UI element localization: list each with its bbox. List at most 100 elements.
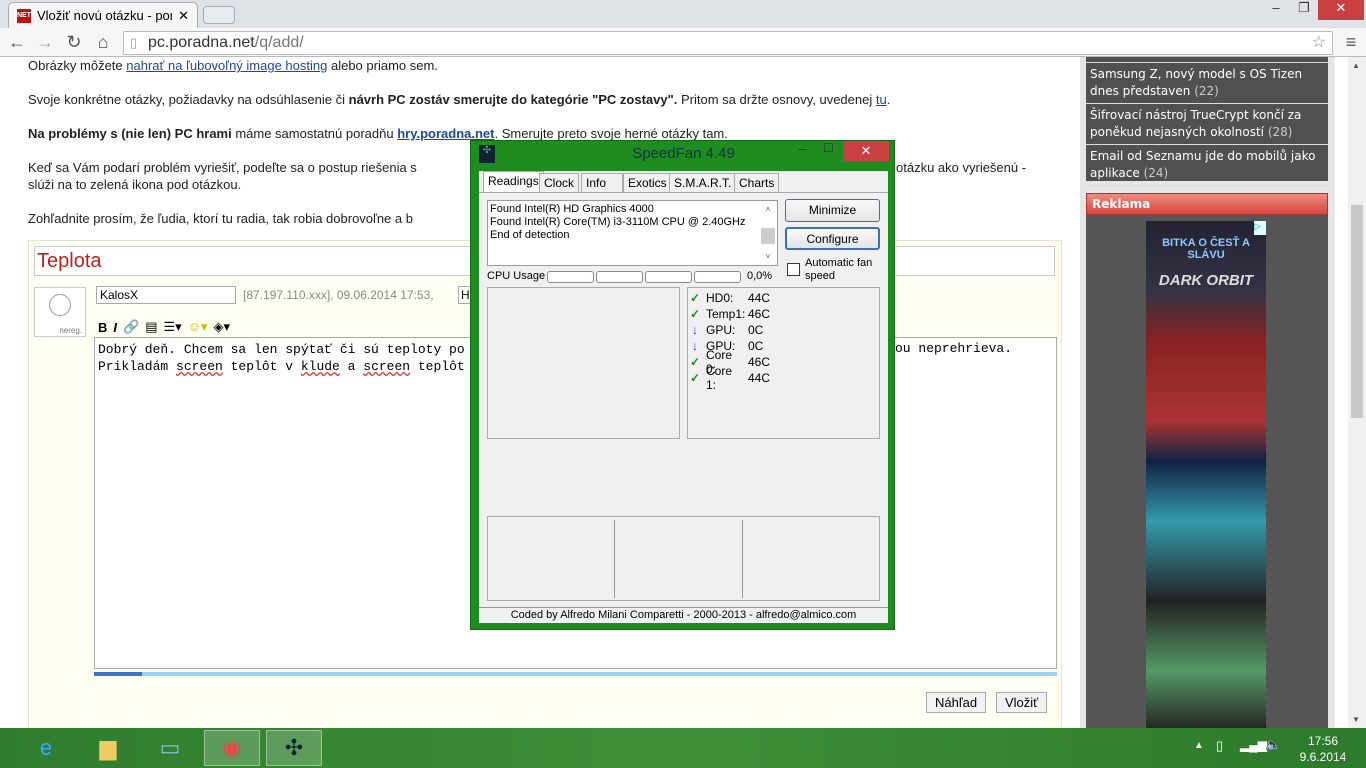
taskbar: e ▆ ▭ ◉ ✣ ▲ ▯ ▂▄▆ 🔈 17:56 9.6.2014 xyxy=(0,728,1366,768)
reading-value: 46C xyxy=(748,307,771,321)
speedfan-window: ✣ SpeedFan 4.49 – ☐ ✕ Readings Clock Inf… xyxy=(470,140,895,630)
temperature-reading: ✓ Core 1: 44C xyxy=(688,364,879,392)
cpu-bar xyxy=(547,271,594,283)
reading-label: GPU: xyxy=(706,323,736,337)
preview-button[interactable]: Náhľad xyxy=(926,692,987,713)
arrow-down-icon: ↓ xyxy=(692,323,698,337)
check-icon: ✓ xyxy=(689,371,701,385)
tab-clock[interactable]: Clock xyxy=(539,173,580,192)
home-icon[interactable]: ⌂ xyxy=(92,32,114,53)
adchoices-icon[interactable]: ▷ xyxy=(1254,221,1266,235)
battery-icon[interactable]: ▯ xyxy=(1216,738,1223,754)
italic-icon[interactable]: I xyxy=(113,320,117,335)
list-icon[interactable]: ☰▾ xyxy=(164,319,182,335)
cpu-bar xyxy=(645,271,692,283)
detection-log[interactable]: Found Intel(R) HD Graphics 4000 Found Int… xyxy=(487,200,778,266)
body-text-cont: ou neprehrieva. xyxy=(895,341,1013,356)
news-item[interactable]: Samsung Z, nový model s OS Tizen dnes př… xyxy=(1086,63,1328,104)
tab-readings[interactable]: Readings xyxy=(483,171,544,192)
lenovo-icon[interactable]: ▭ xyxy=(142,730,198,766)
sf-maximize-icon[interactable]: ☐ xyxy=(823,141,834,155)
page-icon: ▯ xyxy=(130,35,138,50)
ad-text: BITKA O ČESŤ A SLÁVU xyxy=(1162,237,1250,261)
cpu-bar xyxy=(596,271,643,283)
hry-poradna-link[interactable]: hry.poradna.net xyxy=(397,126,494,141)
voltages-panel xyxy=(487,516,880,601)
tab-title: Vložiť novú otázku - porac xyxy=(37,8,173,23)
bold-icon[interactable]: B xyxy=(98,320,107,335)
info-images: Obrázky môžete nahrať na ľubovoľný image… xyxy=(28,58,438,73)
editor-toolbar: BI 🔗 ▤ ☰▾ ☺▾ ◈▾ xyxy=(98,319,230,335)
link-icon[interactable]: 🔗 xyxy=(123,319,139,335)
sidebar: Samsung Z, nový model s OS Tizen dnes př… xyxy=(1080,57,1335,728)
info-pc-builds: Svoje konkrétne otázky, požiadavky na od… xyxy=(28,92,891,107)
sf-minimize-icon[interactable]: – xyxy=(799,141,806,156)
sf-close-icon[interactable]: ✕ xyxy=(843,141,889,161)
ad-brand: DARK ORBIT xyxy=(1158,272,1254,289)
scroll-up-icon[interactable]: ▲ xyxy=(1352,61,1360,70)
news-list: Samsung Z, nový model s OS Tizen dnes př… xyxy=(1086,57,1328,186)
reading-label: Core 1: xyxy=(706,364,733,392)
bookmark-star-icon[interactable]: ☆ xyxy=(1312,32,1326,54)
ad-banner[interactable] xyxy=(1146,221,1266,728)
image-hosting-link[interactable]: nahrať na ľubovoľný image hosting xyxy=(126,58,327,73)
reading-label: HD0: xyxy=(706,291,734,305)
speedfan-client: Readings Clock Info Exotics S.M.A.R.T. C… xyxy=(479,171,888,623)
restore-window-icon[interactable]: ❐ xyxy=(1290,0,1318,20)
show-hidden-icons[interactable]: ▲ xyxy=(1194,740,1204,751)
name-input[interactable]: KalosX xyxy=(96,286,236,304)
tab-strip: NET Vložiť novú otázku - porac ✕ – ❐ ✕ xyxy=(0,0,1366,28)
auto-fan-label: Automatic fan speed xyxy=(805,257,873,282)
info-solved-cont: otázku ako vyriešenú - xyxy=(896,160,1027,175)
temperature-reading: ✓ Temp1: 46C xyxy=(688,306,879,322)
smiley-icon[interactable]: ☺▾ xyxy=(188,319,208,335)
internet-explorer-icon[interactable]: e xyxy=(18,730,74,766)
temps-panel: ✓ HD0: 44C ✓ Temp1: 46C ↓ GPU: 0C ↓ GPU: 0C ✓ Core 0:… xyxy=(687,287,880,439)
file-explorer-icon[interactable]: ▆ xyxy=(80,730,136,766)
minimize-button[interactable]: Minimize xyxy=(785,199,880,222)
new-tab-button[interactable] xyxy=(203,6,235,24)
speedfan-taskbar-icon[interactable]: ✣ xyxy=(266,730,322,766)
tab-exotics[interactable]: Exotics xyxy=(623,173,672,192)
volume-icon[interactable]: 🔈 xyxy=(1265,737,1281,753)
back-icon[interactable]: ← xyxy=(6,32,28,53)
browser-tab[interactable]: NET Vložiť novú otázku - porac ✕ xyxy=(8,2,198,28)
insert-object-icon[interactable]: ◈▾ xyxy=(214,319,231,335)
log-scrollbar[interactable]: ˄ ˅ xyxy=(761,203,775,263)
close-window-icon[interactable]: ✕ xyxy=(1318,0,1364,20)
signal-icon[interactable]: ▂▄▆ xyxy=(1240,738,1267,752)
ad-header: Reklama xyxy=(1086,193,1328,215)
check-icon: ✓ xyxy=(689,291,701,305)
submit-button[interactable]: Vložiť xyxy=(996,692,1048,713)
browser-toolbar: ← → ↻ ⌂ ▯ pc.poradna.net/q/add/ ☆ ≡ xyxy=(0,28,1366,57)
post-meta: [87.197.110.xxx], 09.06.2014 17:53, xyxy=(243,288,434,302)
forward-icon[interactable]: → xyxy=(34,32,56,53)
quote-icon[interactable]: ▤ xyxy=(145,319,157,335)
tab-charts[interactable]: Charts xyxy=(734,173,780,192)
news-item[interactable]: Šifrovací nástroj TrueCrypt končí za pon… xyxy=(1086,104,1328,145)
scrollbar-thumb[interactable] xyxy=(1351,205,1363,418)
tab-info[interactable]: Info xyxy=(581,173,623,192)
temperature-reading: ↓ GPU: 0C xyxy=(688,322,879,338)
reading-value: 0C xyxy=(748,323,764,337)
clock[interactable]: 17:56 9.6.2014 xyxy=(1298,733,1348,765)
tab-smart[interactable]: S.M.A.R.T. xyxy=(669,173,737,192)
scroll-down-icon[interactable]: ▼ xyxy=(1352,715,1360,724)
user-silhouette-icon xyxy=(49,294,71,316)
tab-divider xyxy=(479,192,888,193)
reload-icon[interactable]: ↻ xyxy=(63,32,85,53)
tu-link[interactable]: tu xyxy=(876,92,887,107)
menu-icon[interactable]: ≡ xyxy=(1340,32,1362,53)
news-item[interactable]: Email od Seznamu jde do mobilů jako apli… xyxy=(1086,145,1328,186)
chrome-icon[interactable]: ◉ xyxy=(204,730,260,766)
close-tab-icon[interactable]: ✕ xyxy=(178,8,189,24)
cpu-bar xyxy=(694,271,741,283)
url-host: pc.poradna.net xyxy=(148,34,255,51)
address-bar[interactable]: ▯ pc.poradna.net/q/add/ ☆ xyxy=(123,31,1333,55)
site-favicon-icon: NET xyxy=(17,8,31,23)
minimize-window-icon[interactable]: – xyxy=(1262,0,1290,20)
configure-button[interactable]: Configure xyxy=(785,227,880,250)
auto-fan-checkbox[interactable] xyxy=(787,263,800,276)
reading-value: 44C xyxy=(748,371,771,385)
arrow-down-icon: ↓ xyxy=(692,339,698,353)
